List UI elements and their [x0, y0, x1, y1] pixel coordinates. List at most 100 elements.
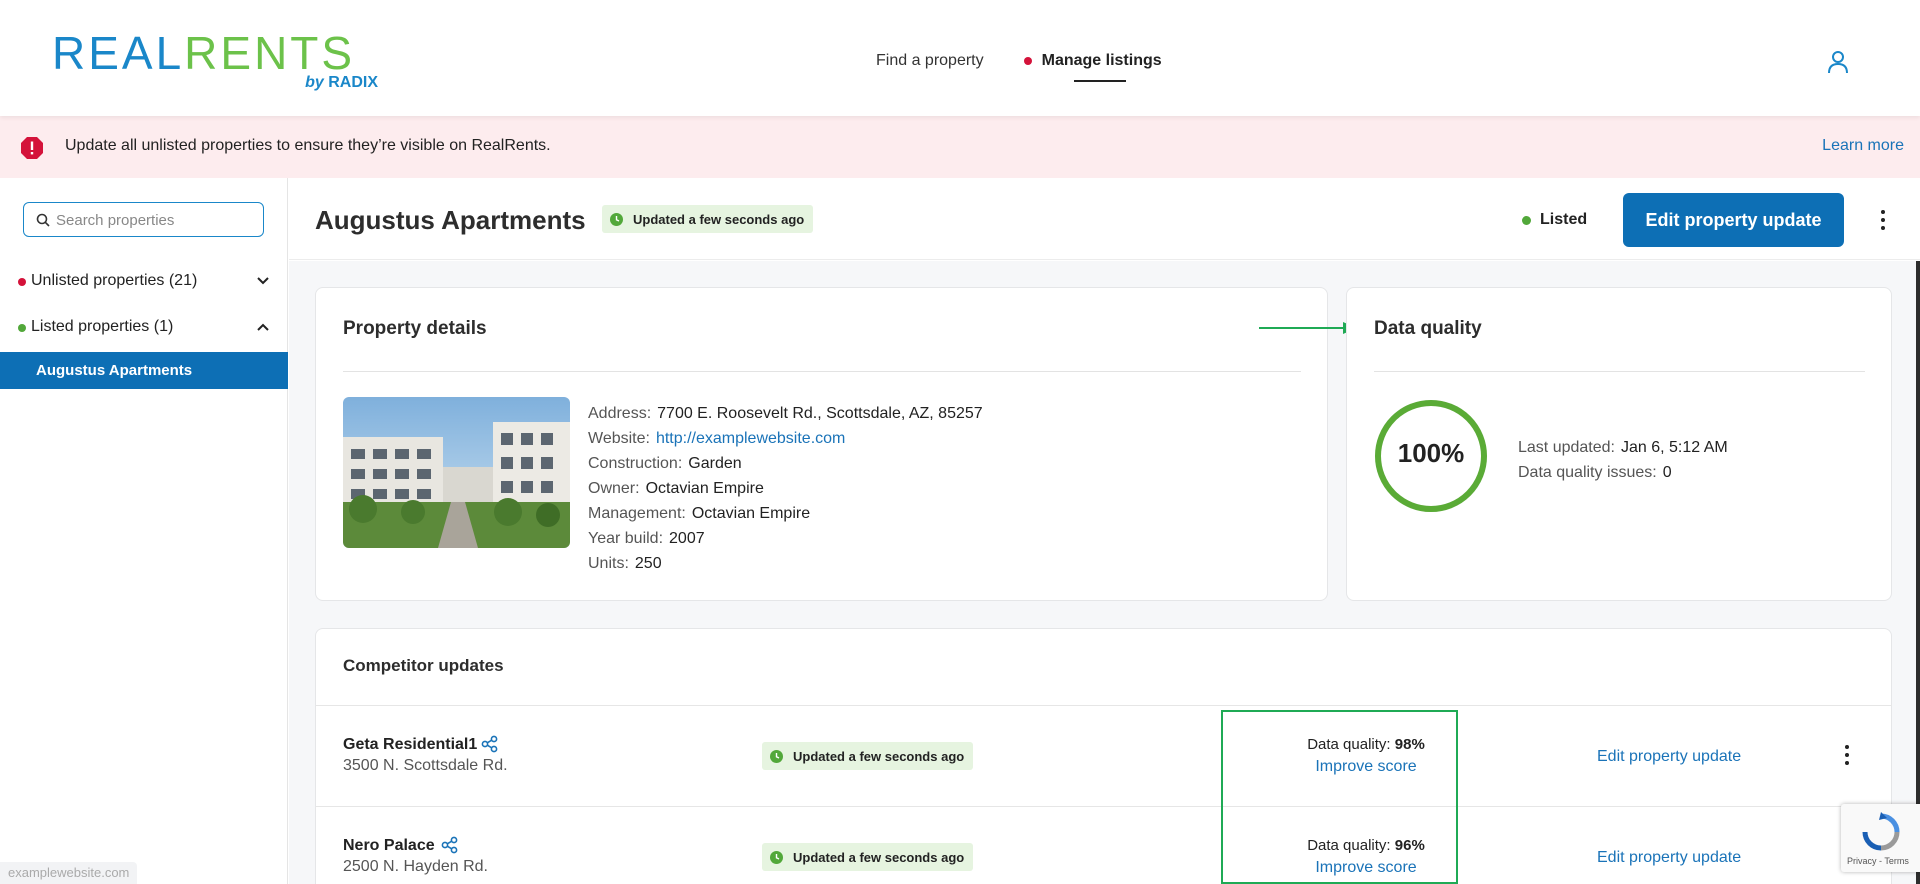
logo-by: by	[305, 74, 324, 91]
detail-value: Octavian Empire	[691, 505, 811, 522]
listed-status-dot	[1522, 216, 1531, 225]
updated-badge-text: Updated a few seconds ago	[633, 211, 805, 227]
data-quality-meta: Last updated: Jan 6, 5:12 AM Data quality…	[1518, 435, 1728, 485]
sidebar-item-label: Augustus Apartments	[36, 362, 193, 379]
annotation-highlight-box	[1221, 710, 1458, 884]
updated-badge: Updated a few seconds ago	[602, 205, 814, 233]
competitor-name[interactable]: Nero Palace	[343, 837, 435, 855]
sidebar-group-label: Listed properties (1)	[31, 318, 174, 335]
competitor-address: 3500 N. Scottsdale Rd.	[343, 757, 508, 774]
data-quality-title: Data quality	[1374, 318, 1482, 339]
detail-key: Units:	[588, 555, 629, 572]
search-icon	[36, 213, 50, 227]
search-box[interactable]	[23, 202, 264, 237]
learn-more-link[interactable]: Learn more	[1822, 137, 1904, 155]
property-sidebar: Unlisted properties (21) Listed properti…	[0, 178, 288, 884]
table-row: Nero Palace 2500 N. Hayden Rd. Updated a…	[316, 806, 1892, 884]
sidebar-item-augustus-apartments[interactable]: Augustus Apartments	[0, 352, 288, 389]
logo-rents: RENTS	[184, 27, 356, 79]
meta-key: Data quality issues:	[1518, 464, 1657, 481]
detail-key: Owner:	[588, 480, 640, 497]
banner-message: Update all unlisted properties to ensure…	[65, 137, 551, 154]
clock-icon	[770, 749, 783, 763]
property-header: Augustus Apartments Updated a few second…	[289, 178, 1920, 260]
nav-alert-dot	[1023, 57, 1032, 65]
property-details-title: Property details	[343, 318, 487, 339]
clock-icon	[610, 212, 623, 226]
detail-row-year-build: Year build: 2007	[588, 526, 983, 551]
detail-value: 2007	[669, 530, 705, 547]
recaptcha-icon	[1862, 812, 1900, 851]
sidebar-group-listed[interactable]: Listed properties (1)	[0, 313, 288, 343]
realrents-logo[interactable]: REALRENTS by RADIX	[52, 30, 382, 92]
sidebar-group-unlisted[interactable]: Unlisted properties (21)	[0, 267, 288, 297]
annotation-arrow-icon	[1259, 322, 1357, 334]
alert-banner: Update all unlisted properties to ensure…	[0, 116, 1920, 178]
more-options-icon[interactable]	[1873, 206, 1893, 234]
logo-wordmark: REALRENTS	[52, 30, 382, 76]
updated-badge-text: Updated a few seconds ago	[793, 849, 965, 865]
logo-byline: by RADIX	[305, 74, 378, 92]
quality-issues-row: Data quality issues: 0	[1518, 460, 1728, 485]
meta-value: 0	[1662, 464, 1672, 481]
table-row: Geta Residential1 3500 N. Scottsdale Rd.…	[316, 705, 1892, 806]
detail-row-units: Units: 250	[588, 551, 983, 576]
competitor-updates-card: Competitor updates Geta Residential1 350…	[315, 628, 1892, 884]
nav-active-underline	[1073, 80, 1126, 82]
detail-key: Construction:	[588, 455, 683, 472]
competitor-name[interactable]: Geta Residential1	[343, 736, 477, 754]
detail-row-address: Address: 7700 E. Roosevelt Rd., Scottsdal…	[588, 401, 983, 426]
top-header: REALRENTS by RADIX Find a property Manag…	[0, 0, 1920, 116]
page-title: Augustus Apartments	[315, 205, 586, 235]
nav-manage-label: Manage listings	[1041, 52, 1162, 69]
nav-find-property[interactable]: Find a property	[876, 52, 984, 70]
logo-radix: RADIX	[328, 74, 378, 91]
listing-status: Listed	[1522, 211, 1588, 229]
more-options-icon[interactable]	[1837, 741, 1857, 769]
updated-badge: Updated a few seconds ago	[762, 742, 974, 770]
listing-status-label: Listed	[1540, 211, 1588, 228]
clock-icon	[770, 850, 783, 864]
detail-key: Website:	[588, 430, 650, 447]
chevron-up-icon	[257, 323, 269, 331]
status-bar-url: examplewebsite.com	[0, 862, 138, 884]
recaptcha-terms[interactable]: Privacy - Terms	[1847, 856, 1909, 866]
recaptcha-badge[interactable]: Privacy - Terms	[1841, 804, 1920, 872]
detail-key: Year build:	[588, 530, 664, 547]
detail-row-construction: Construction: Garden	[588, 451, 983, 476]
data-quality-card: Data quality 100% Last updated: Jan 6, 5:…	[1346, 287, 1892, 601]
card-divider	[343, 371, 1301, 372]
detail-value: Garden	[688, 455, 742, 472]
user-icon[interactable]	[1824, 48, 1852, 76]
detail-value: Octavian Empire	[645, 480, 764, 497]
updated-badge: Updated a few seconds ago	[762, 843, 974, 871]
detail-key: Address:	[588, 405, 652, 422]
search-input[interactable]	[56, 209, 256, 231]
detail-key: Management:	[588, 505, 686, 522]
alert-icon	[21, 137, 43, 159]
edit-property-update-button[interactable]: Edit property update	[1623, 193, 1844, 247]
chevron-down-icon	[257, 277, 269, 285]
meta-value: Jan 6, 5:12 AM	[1620, 439, 1728, 456]
detail-row-owner: Owner: Octavian Empire	[588, 476, 983, 501]
card-divider	[1374, 371, 1865, 372]
competitor-address: 2500 N. Hayden Rd.	[343, 858, 488, 875]
updated-badge-text: Updated a few seconds ago	[793, 748, 965, 764]
logo-real: REAL	[52, 27, 185, 79]
share-icon[interactable]	[441, 836, 459, 854]
competitor-updates-title: Competitor updates	[343, 656, 504, 675]
detail-row-management: Management: Octavian Empire	[588, 501, 983, 526]
edit-property-update-link[interactable]: Edit property update	[1597, 849, 1741, 867]
website-link[interactable]: http://examplewebsite.com	[656, 430, 845, 447]
property-photo	[343, 397, 570, 548]
sidebar-group-label: Unlisted properties (21)	[31, 272, 198, 289]
detail-value: 7700 E. Roosevelt Rd., Scottsdale, AZ, 8…	[657, 405, 983, 422]
share-icon[interactable]	[481, 735, 499, 753]
unlisted-dot	[18, 278, 26, 286]
nav-manage-listings[interactable]: Manage listings	[1023, 52, 1162, 82]
data-quality-score: 100%	[1397, 438, 1465, 468]
edit-property-update-link[interactable]: Edit property update	[1597, 748, 1741, 766]
detail-row-website: Website: http://examplewebsite.com	[588, 426, 983, 451]
property-details-list: Address: 7700 E. Roosevelt Rd., Scottsdal…	[588, 401, 983, 576]
scrollbar[interactable]	[1916, 261, 1920, 884]
